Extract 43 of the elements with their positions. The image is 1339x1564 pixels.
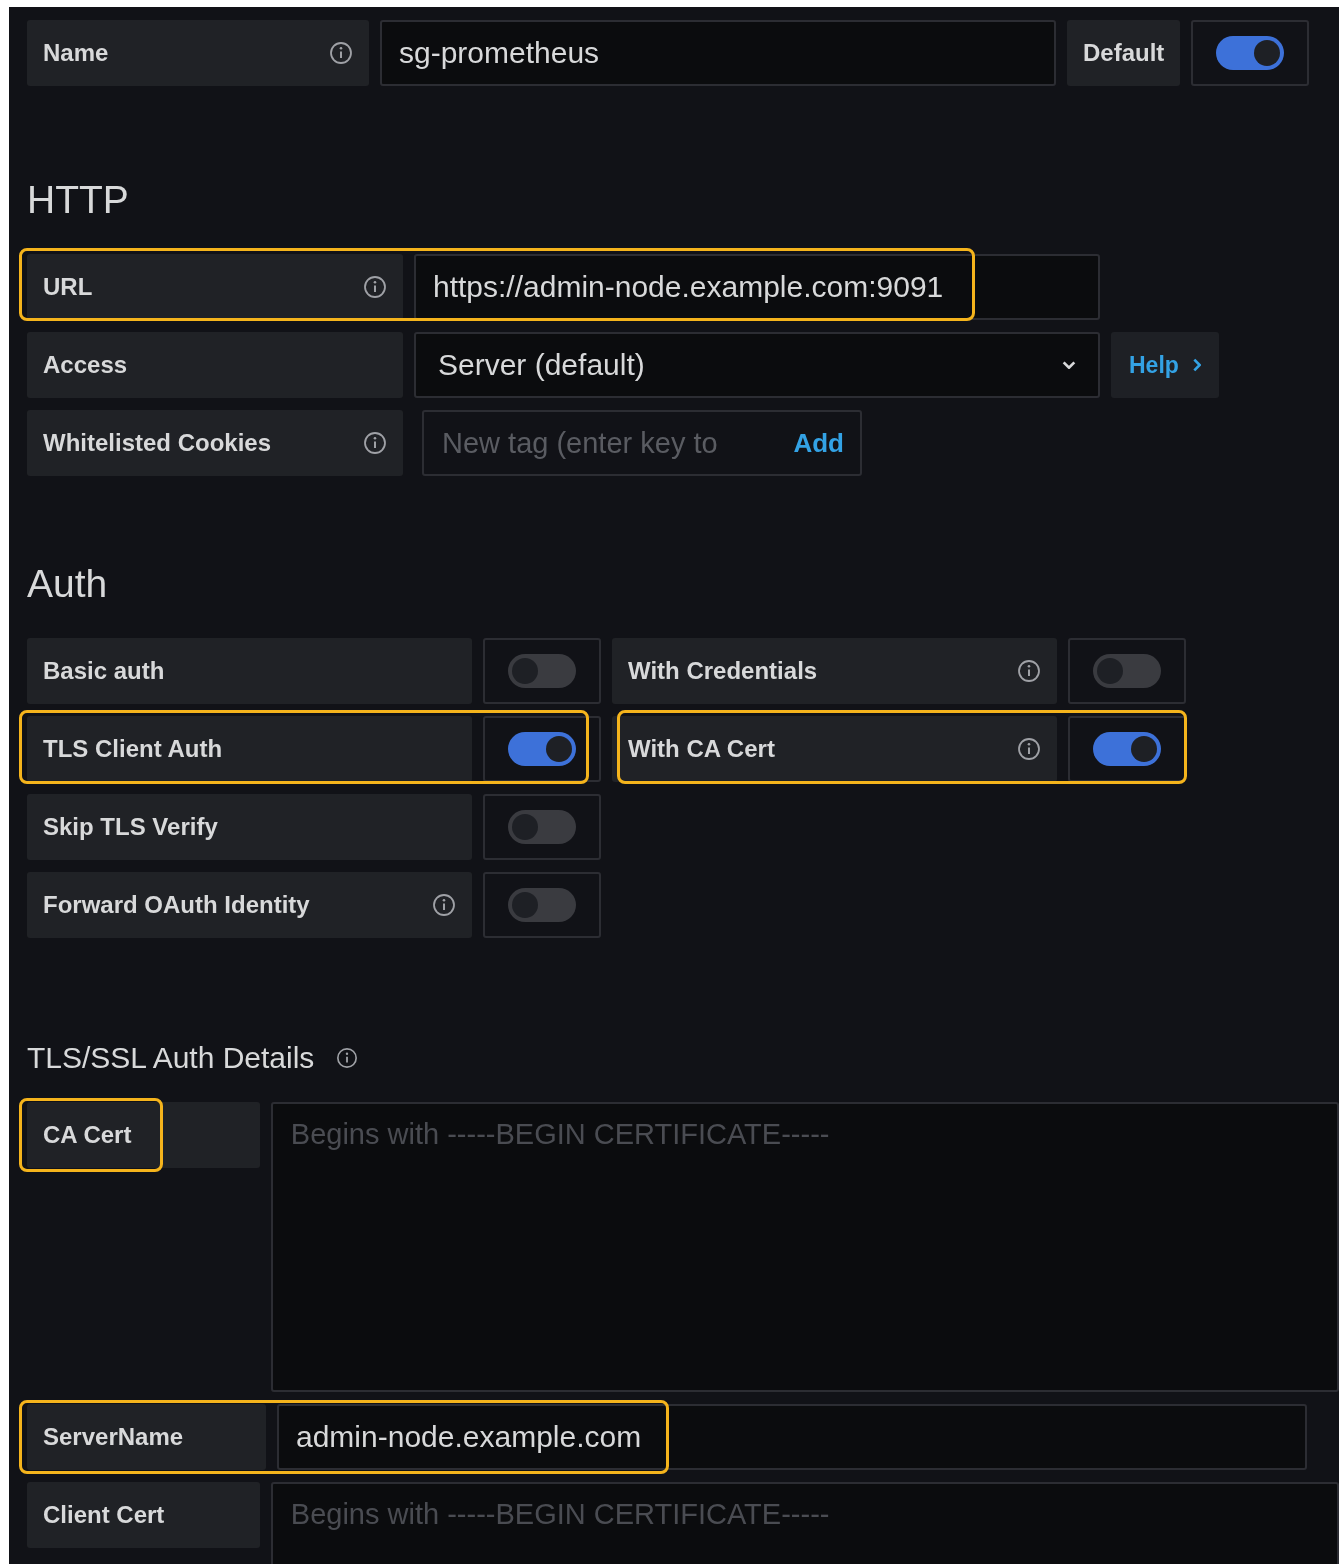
field-label-text: Name (43, 39, 109, 67)
field-label-text: CA Cert (43, 1121, 132, 1149)
toggle-switch[interactable] (508, 888, 576, 922)
switch-label-text: With CA Cert (628, 735, 775, 763)
toggle-switch[interactable] (1093, 654, 1161, 688)
chevron-right-icon (1192, 358, 1201, 372)
toggle-switch[interactable] (1093, 732, 1161, 766)
section-heading: HTTP (27, 178, 130, 222)
add-button[interactable]: Add (793, 427, 844, 459)
info-icon (329, 41, 353, 65)
field-label-text: Client Cert (43, 1501, 165, 1529)
info-icon (363, 275, 387, 299)
toggle-switch[interactable] (508, 732, 576, 766)
url-input[interactable]: https://admin-node.example.com:9091 (414, 254, 1100, 320)
field-label-text: URL (43, 273, 93, 301)
field-label-text: Access (43, 351, 128, 379)
certificate-textarea[interactable]: Begins with -----BEGIN CERTIFICATE----- (270, 1102, 1339, 1392)
info-icon (1017, 659, 1041, 683)
info-icon (363, 431, 387, 455)
help-button[interactable]: Help (1111, 332, 1219, 398)
chevron-down-icon (1062, 361, 1076, 369)
tag-input-field[interactable]: New tag (enter key to Add (422, 410, 862, 476)
certificate-textarea[interactable]: Begins with -----BEGIN CERTIFICATE----- (270, 1482, 1339, 1564)
field-label-text: ServerName (43, 1423, 184, 1451)
info-icon (432, 893, 456, 917)
toggle-switch[interactable] (508, 654, 576, 688)
server-name-input[interactable]: admin-node.example.com (277, 1404, 1307, 1470)
field-label-text: Whitelisted Cookies (43, 429, 272, 457)
section-heading: TLS/SSL Auth Details (27, 1040, 315, 1076)
default-toggle[interactable] (1216, 36, 1285, 70)
switch-label-text: Skip TLS Verify (43, 813, 218, 841)
select-value: Server (default) (438, 348, 645, 382)
access-select[interactable]: Server (default) (414, 332, 1100, 398)
info-icon (336, 1047, 359, 1069)
name-input[interactable]: sg-prometheus (380, 20, 1056, 86)
default-label: Default (1067, 20, 1181, 86)
switch-label-text: TLS Client Auth (43, 735, 223, 763)
switch-label-text: Basic auth (43, 657, 165, 685)
switch-label-text: With Credentials (628, 657, 818, 685)
switch-label-text: Forward OAuth Identity (43, 891, 310, 919)
toggle-switch[interactable] (508, 810, 576, 844)
section-heading: Auth (27, 562, 109, 606)
info-icon (1017, 737, 1041, 761)
